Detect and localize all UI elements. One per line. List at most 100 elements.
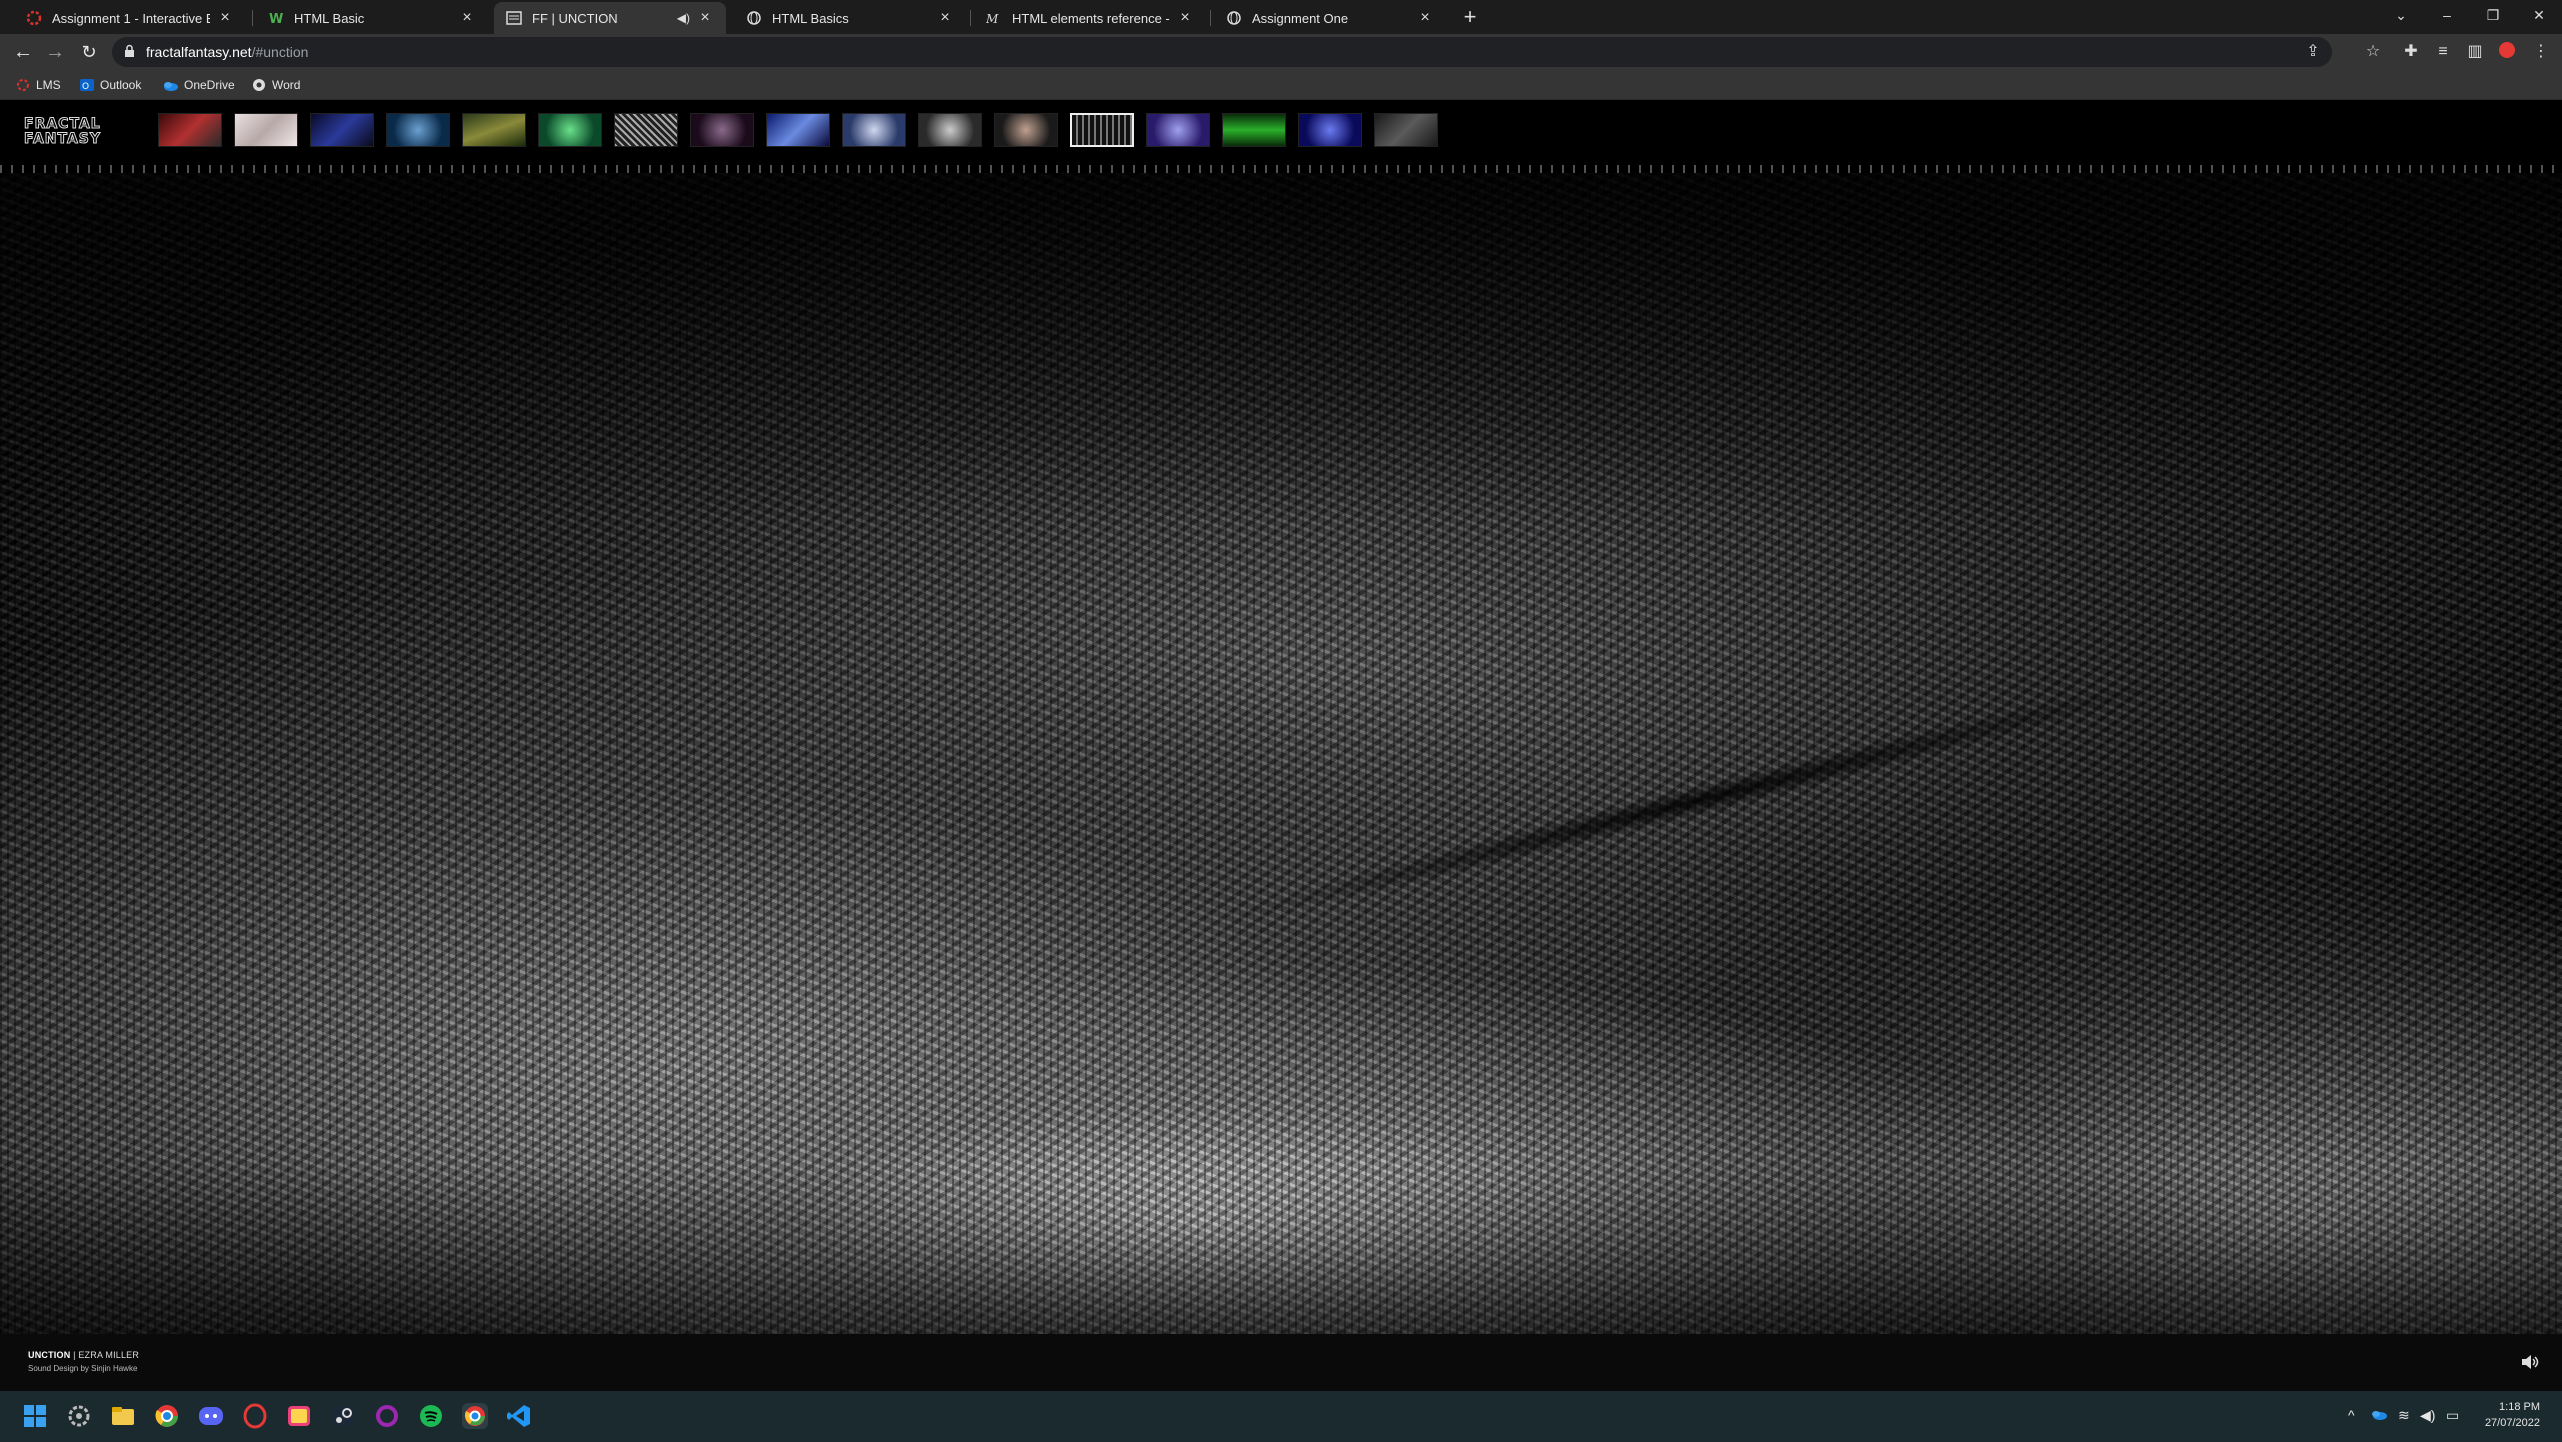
- speaker-icon[interactable]: ◀): [677, 11, 690, 25]
- volume-icon[interactable]: [2520, 1352, 2540, 1372]
- svg-text:FRACTAL: FRACTAL: [24, 116, 101, 132]
- photos-icon[interactable]: [286, 1403, 312, 1429]
- lms-icon: [26, 10, 42, 26]
- close-icon[interactable]: ×: [696, 9, 714, 27]
- system-clock[interactable]: 1:18 PM 27/07/2022: [2470, 1399, 2540, 1431]
- project-thumbnail-active[interactable]: [1070, 113, 1134, 147]
- chrome-icon[interactable]: [154, 1403, 180, 1429]
- volume-tray-icon[interactable]: ◀): [2420, 1407, 2435, 1424]
- project-thumbnail[interactable]: [310, 113, 374, 147]
- battery-icon[interactable]: ▭: [2446, 1407, 2459, 1424]
- tab-assignment-one[interactable]: Assignment One ×: [1214, 2, 1446, 34]
- spotify-icon[interactable]: [418, 1403, 444, 1429]
- cortana-icon[interactable]: [374, 1403, 400, 1429]
- lock-icon[interactable]: [124, 44, 135, 58]
- side-panel-icon[interactable]: ▥: [2464, 41, 2486, 63]
- w3-icon: W: [268, 10, 284, 27]
- project-thumbnail[interactable]: [994, 113, 1058, 147]
- tab-ff-unction[interactable]: FF | UNCTION ◀) ×: [494, 2, 726, 34]
- dotted-border: [0, 165, 2562, 173]
- clock-time: 1:18 PM: [2499, 1401, 2540, 1413]
- svg-text:M: M: [986, 12, 999, 26]
- project-thumbnail[interactable]: [538, 113, 602, 147]
- project-credit: UNCTION | EZRA MILLER: [28, 1350, 139, 1360]
- tab-html-elements-reference[interactable]: M HTML elements reference - HTM ×: [974, 2, 1206, 34]
- taskbar: ^ ≋ ◀) ▭ 1:18 PM 27/07/2022: [0, 1391, 2562, 1442]
- address-bar[interactable]: fractalfantasy.net/#unction ⇪: [112, 37, 2332, 67]
- tab-html-basics[interactable]: HTML Basics ×: [734, 2, 966, 34]
- project-thumbnail[interactable]: [690, 113, 754, 147]
- discord-icon[interactable]: [198, 1403, 224, 1429]
- bookmark-outlook[interactable]: O Outlook: [80, 76, 141, 94]
- project-thumbnail[interactable]: [614, 113, 678, 147]
- page-icon: [506, 10, 522, 26]
- tab-title: HTML Basics: [772, 10, 849, 26]
- chrome-active-icon[interactable]: [462, 1403, 488, 1429]
- onedrive-icon: [162, 78, 178, 92]
- project-thumbnail[interactable]: [1222, 113, 1286, 147]
- close-icon[interactable]: ×: [936, 9, 954, 27]
- back-button[interactable]: ←: [10, 39, 36, 65]
- project-thumbnail[interactable]: [1374, 113, 1438, 147]
- project-thumbnail[interactable]: [842, 113, 906, 147]
- lms-icon: [16, 78, 30, 92]
- vscode-icon[interactable]: [506, 1403, 532, 1429]
- extensions-icon[interactable]: ✚: [2400, 41, 2422, 63]
- site-header: FRACTAL FANTASY: [0, 101, 2562, 161]
- close-window-button[interactable]: ✕: [2516, 0, 2562, 30]
- svg-text:O: O: [82, 82, 89, 92]
- bookmark-lms[interactable]: LMS: [16, 76, 61, 94]
- bookmark-star-icon[interactable]: ☆: [2362, 41, 2384, 63]
- outlook-icon: O: [80, 78, 94, 92]
- file-explorer-icon[interactable]: [110, 1403, 136, 1429]
- bookmark-onedrive[interactable]: OneDrive: [162, 76, 235, 94]
- bookmark-word[interactable]: Word: [252, 76, 300, 94]
- opera-icon[interactable]: [242, 1403, 268, 1429]
- tab-search-icon[interactable]: ⌄: [2378, 0, 2424, 30]
- project-thumbnail[interactable]: [234, 113, 298, 147]
- minimize-button[interactable]: –: [2424, 0, 2470, 30]
- project-thumbnail[interactable]: [386, 113, 450, 147]
- tab-assignment-1[interactable]: Assignment 1 - Interactive Exper ×: [14, 2, 246, 34]
- share-icon[interactable]: ⇪: [2302, 41, 2324, 63]
- close-icon[interactable]: ×: [1176, 9, 1194, 27]
- settings-icon[interactable]: [66, 1403, 92, 1429]
- steam-icon[interactable]: [330, 1403, 356, 1429]
- artwork-shade: [0, 173, 2562, 1339]
- show-hidden-icons[interactable]: ^: [2348, 1407, 2355, 1423]
- wifi-icon[interactable]: ≋: [2398, 1407, 2410, 1424]
- clock-date: 27/07/2022: [2484, 1417, 2540, 1429]
- bookmark-label: Outlook: [100, 78, 142, 92]
- project-thumbnail[interactable]: [462, 113, 526, 147]
- globe-icon: [746, 10, 762, 26]
- tab-html-basic[interactable]: W HTML Basic ×: [256, 2, 488, 34]
- project-artist: EZRA MILLER: [78, 1350, 140, 1360]
- sound-credit: Sound Design by Sinjin Hawke: [28, 1364, 138, 1373]
- forward-button[interactable]: →: [42, 39, 68, 65]
- windows-start-icon[interactable]: [22, 1403, 48, 1429]
- reload-button[interactable]: ↻: [76, 39, 102, 65]
- project-thumbnail[interactable]: [158, 113, 222, 147]
- artwork-canvas[interactable]: [0, 165, 2562, 1435]
- mdn-icon: M: [985, 10, 1002, 26]
- menu-kebab-icon[interactable]: ⋮: [2530, 41, 2552, 63]
- project-title: UNCTION: [28, 1350, 71, 1360]
- project-thumbnail[interactable]: [766, 113, 830, 147]
- restore-button[interactable]: ❐: [2470, 0, 2516, 30]
- project-thumbnail[interactable]: [1298, 113, 1362, 147]
- close-icon[interactable]: ×: [1416, 9, 1434, 27]
- tab-title: FF | UNCTION: [532, 10, 618, 26]
- project-thumbnail[interactable]: [918, 113, 982, 147]
- bookmark-label: LMS: [36, 78, 61, 92]
- site-logo[interactable]: FRACTAL FANTASY: [24, 115, 136, 148]
- close-icon[interactable]: ×: [458, 9, 476, 27]
- media-controls-icon[interactable]: ≡: [2432, 41, 2454, 63]
- bookmarks-bar: LMS O Outlook OneDrive Word: [0, 70, 2562, 100]
- url-domain: fractalfantasy.net: [146, 44, 252, 60]
- close-icon[interactable]: ×: [216, 9, 234, 27]
- new-tab-button[interactable]: +: [1456, 4, 1484, 32]
- project-thumbnail[interactable]: [1146, 113, 1210, 147]
- profile-avatar[interactable]: [2496, 41, 2518, 63]
- onedrive-tray-icon[interactable]: [2370, 1407, 2388, 1423]
- globe-icon: [1226, 10, 1242, 26]
